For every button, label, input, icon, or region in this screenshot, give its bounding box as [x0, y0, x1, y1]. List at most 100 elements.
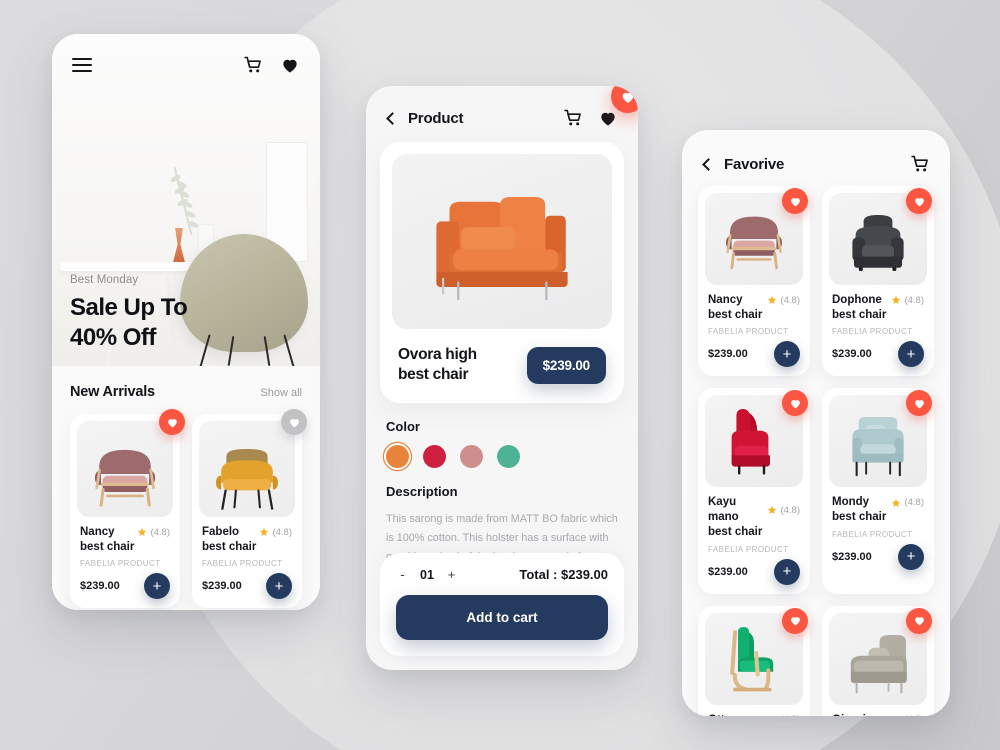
- color-section: Color: [366, 403, 638, 469]
- description-label: Description: [386, 484, 458, 500]
- product-card[interactable]: Fabelo (4.8) best chair FABELIA PRODUCT …: [192, 409, 307, 609]
- phone-screen-home: Best Monday Sale Up To 40% Off New Arriv…: [52, 34, 320, 610]
- color-swatch-teal-green[interactable]: [497, 445, 520, 469]
- product-image: [392, 154, 612, 329]
- favorite-toggle[interactable]: [906, 188, 932, 214]
- product-price: $239.00: [708, 348, 748, 361]
- favorite-topbar: Favorive: [682, 130, 950, 186]
- product-rating: (4.8): [904, 294, 924, 306]
- back-chevron-icon[interactable]: [702, 157, 715, 171]
- phone-screen-favorite: Favorive Nancy (4.8) best chair FABELIA …: [682, 130, 950, 716]
- heart-icon[interactable]: [598, 108, 618, 128]
- quantity-increment[interactable]: +: [445, 567, 458, 582]
- hero-banner: Best Monday Sale Up To 40% Off: [52, 34, 320, 366]
- cart-icon[interactable]: [243, 55, 263, 75]
- orange-armchair-illustration: [436, 196, 568, 300]
- color-swatch-dusty-rose[interactable]: [460, 445, 483, 469]
- hero-title-line-2: 40% Off: [70, 323, 156, 351]
- product-price: $239.00: [202, 580, 242, 593]
- star-icon: [768, 505, 777, 515]
- add-to-cart-button[interactable]: +: [774, 558, 800, 585]
- description-section: Description This sarong is made from MAT…: [366, 468, 638, 566]
- heart-icon: [914, 617, 924, 626]
- favorite-card[interactable]: Dophone (4.8) best chair FABELIA PRODUCT…: [822, 186, 934, 377]
- favorite-card[interactable]: Nancy (4.8) best chair FABELIA PRODUCT $…: [698, 186, 810, 377]
- red-wingback-illustration: [731, 409, 770, 476]
- add-to-cart-button[interactable]: +: [898, 543, 924, 570]
- mustard-armchair-illustration: [216, 449, 278, 510]
- product-brand: FABELIA PRODUCT: [708, 544, 789, 554]
- star-icon: [768, 296, 777, 305]
- favorite-card[interactable]: Kayu mano (4.8) best chair FABELIA PRODU…: [698, 388, 810, 594]
- show-all-link[interactable]: Show all: [260, 387, 302, 399]
- add-to-cart-button[interactable]: +: [898, 341, 924, 368]
- rose-wood-armchair-illustration: [726, 216, 782, 270]
- product-topbar: Product: [366, 86, 638, 138]
- product-rating: (4.8): [150, 526, 170, 538]
- product-brand: FABELIA PRODUCT: [832, 529, 913, 539]
- product-hero-card: Ovora high best chair $239.00: [380, 86, 638, 404]
- favorite-card[interactable]: Mondy (4.8) best chair FABELIA PRODUCT $…: [822, 388, 934, 594]
- product-brand: FABELIA PRODUCT: [708, 327, 789, 337]
- favorite-card[interactable]: Ottoman (4.8) best chair FABELIA PRODUCT…: [698, 605, 810, 716]
- heart-icon: [289, 418, 299, 427]
- product-name-line-2: best chair: [832, 308, 887, 321]
- light-blue-armchair-illustration: [852, 417, 904, 477]
- product-rating: (4.8): [780, 714, 800, 716]
- hamburger-icon[interactable]: [72, 58, 92, 72]
- favorite-toggle[interactable]: [906, 390, 932, 417]
- add-to-cart-button[interactable]: +: [774, 341, 800, 368]
- product-image: [199, 421, 295, 517]
- cart-icon[interactable]: [563, 108, 583, 128]
- product-name-line-1: Nancy: [80, 526, 115, 538]
- add-to-cart-button[interactable]: Add to cart: [396, 595, 608, 640]
- product-brand: FABELIA PRODUCT: [832, 327, 913, 337]
- favorite-toggle[interactable]: [782, 188, 808, 214]
- back-chevron-icon[interactable]: [386, 111, 399, 125]
- home-topbar: [52, 34, 320, 96]
- heart-icon: [790, 400, 800, 409]
- price-button[interactable]: $239.00: [526, 346, 606, 384]
- product-card[interactable]: Nancy (4.8) best chair FABELIA PRODUCT $…: [70, 409, 185, 609]
- favorite-toggle[interactable]: [159, 409, 185, 435]
- add-to-cart-button[interactable]: +: [144, 573, 170, 600]
- add-to-cart-button[interactable]: +: [266, 573, 292, 600]
- color-label: Color: [386, 419, 420, 435]
- quantity-decrement[interactable]: -: [396, 567, 409, 582]
- heart-icon: [790, 617, 800, 626]
- heart-icon: [790, 197, 800, 206]
- product-name-line-1: Fabelo: [202, 526, 240, 538]
- cart-icon[interactable]: [910, 154, 930, 174]
- product-name-line-1: Nancy: [708, 294, 743, 306]
- quantity-stepper[interactable]: - 01 +: [396, 567, 458, 582]
- product-price: $239.00: [832, 550, 872, 563]
- page-title: Favorive: [724, 155, 785, 173]
- quantity-value: 01: [420, 567, 434, 582]
- product-rating: (4.8): [904, 497, 924, 509]
- new-arrivals-section: New Arrivals Show all Nancy (4.8) best c…: [52, 366, 320, 610]
- favorite-toggle[interactable]: [906, 607, 932, 634]
- favorite-toggle[interactable]: [782, 607, 808, 634]
- hero-title-line-1: Sale Up To: [70, 294, 188, 322]
- star-icon: [260, 528, 269, 537]
- star-icon: [772, 715, 773, 716]
- page-title: Product: [408, 109, 464, 127]
- product-name-line-1: Ottoman: [708, 713, 755, 716]
- favorite-toggle[interactable]: [281, 409, 307, 435]
- favorites-grid: Nancy (4.8) best chair FABELIA PRODUCT $…: [682, 186, 950, 716]
- hero-kicker: Best Monday: [70, 274, 139, 287]
- color-swatch-crimson[interactable]: [423, 445, 446, 469]
- star-icon: [138, 528, 147, 537]
- favorite-card[interactable]: Giorgia (4.8) best chair FABELIA PRODUCT…: [822, 605, 934, 716]
- total-label: Total : $239.00: [519, 567, 608, 582]
- color-swatch-orange[interactable]: [386, 445, 409, 469]
- heart-icon[interactable]: [280, 55, 300, 75]
- product-image: [705, 188, 808, 285]
- product-image: [77, 421, 173, 517]
- star-icon: [896, 715, 897, 716]
- product-brand: FABELIA PRODUCT: [80, 559, 161, 569]
- phone-screen-product: Product Ovora high best chair $239.00 Co…: [366, 86, 638, 670]
- heart-icon: [622, 92, 633, 103]
- favorite-toggle[interactable]: [782, 390, 808, 417]
- product-name-line-1: Dophone: [832, 294, 882, 306]
